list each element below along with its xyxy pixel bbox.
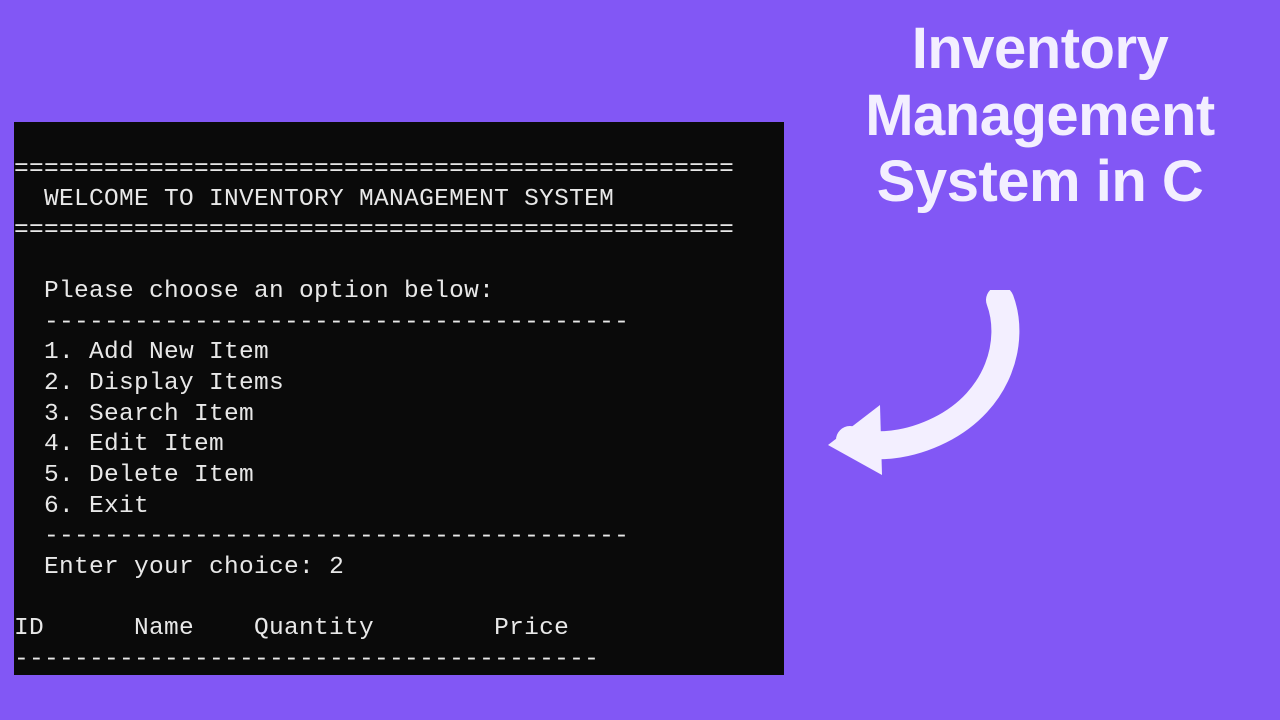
menu-item: 1. Add New Item bbox=[14, 339, 269, 366]
dash-divider: --------------------------------------- bbox=[14, 309, 629, 336]
menu-item: 5. Delete Item bbox=[14, 462, 254, 489]
prompt-header: Please choose an option below: bbox=[14, 278, 494, 305]
menu-item: 3. Search Item bbox=[14, 401, 254, 428]
menu-item: 2. Display Items bbox=[14, 370, 284, 397]
dash-divider: --------------------------------------- bbox=[14, 646, 599, 673]
dash-divider: --------------------------------------- bbox=[14, 523, 629, 550]
heading-line: Management bbox=[820, 83, 1260, 150]
enter-choice-label: Enter your choice: bbox=[14, 554, 329, 581]
heading-line: Inventory bbox=[820, 16, 1260, 83]
choice-input-value[interactable]: 2 bbox=[329, 554, 344, 581]
divider-line: ========================================… bbox=[14, 217, 734, 244]
page-title: Inventory Management System in C bbox=[820, 16, 1260, 216]
menu-item: 4. Edit Item bbox=[14, 431, 224, 458]
arrow-icon bbox=[820, 290, 1030, 490]
welcome-title: WELCOME TO INVENTORY MANAGEMENT SYSTEM bbox=[14, 186, 614, 213]
divider-line: ========================================… bbox=[14, 156, 734, 183]
terminal-output: ========================================… bbox=[14, 122, 784, 675]
terminal-window[interactable]: ========================================… bbox=[14, 122, 784, 675]
table-header: ID Name Quantity Price bbox=[14, 615, 569, 642]
heading-line: System in C bbox=[820, 149, 1260, 216]
menu-item: 6. Exit bbox=[14, 493, 149, 520]
enter-choice-line: Enter your choice: 2 bbox=[14, 554, 344, 581]
